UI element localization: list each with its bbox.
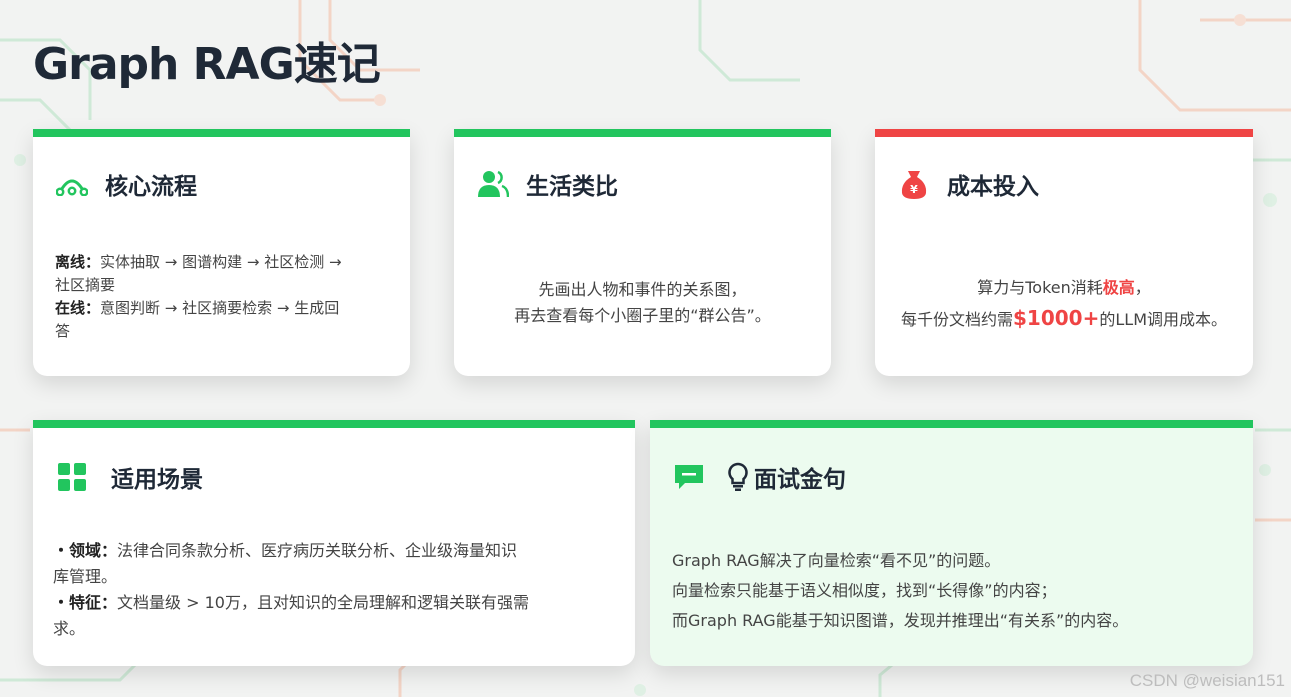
analogy-line-1: 先画出人物和事件的关系图， <box>538 280 747 299</box>
network-icon <box>55 169 89 199</box>
interview-card: 面试金句 Graph RAG解决了向量检索“看不见”的问题。 向量检索只能基于语… <box>650 420 1253 666</box>
cost-card: ¥ 成本投入 算力与Token消耗极高， 每千份文档约需$1000+的LLM调用… <box>875 129 1253 376</box>
online-steps-cont: 答 <box>55 322 71 340</box>
card-title: 适用场景 <box>111 467 203 493</box>
card-title: 生活类比 <box>526 174 618 200</box>
cost-line1-prefix: 算力与Token消耗 <box>977 278 1103 297</box>
interview-body: Graph RAG解决了向量检索“看不见”的问题。 向量检索只能基于语义相似度，… <box>672 546 1244 636</box>
cost-line2-suffix: 的LLM调用成本。 <box>1099 310 1227 329</box>
online-steps: 意图判断 → 社区摘要检索 → 生成回 <box>100 299 340 317</box>
cost-line1-suffix: ， <box>1134 278 1151 297</box>
grid-icon <box>55 462 89 492</box>
analogy-body: 先画出人物和事件的关系图， 再去查看每个小圈子里的“群公告”。 <box>464 277 821 329</box>
card-title: 面试金句 <box>754 467 846 493</box>
interview-line-2: 向量检索只能基于语义相似度，找到“长得像”的内容； <box>672 581 1057 600</box>
domain-text-cont: 库管理。 <box>53 567 118 586</box>
users-icon <box>476 169 510 199</box>
process-body: 离线：实体抽取 → 图谱构建 → 社区检测 → 社区摘要 在线：意图判断 → 社… <box>55 251 400 343</box>
domain-text: 法律合同条款分析、医疗病历关联分析、企业级海量知识 <box>117 541 518 560</box>
feature-label: ・特征： <box>53 593 118 612</box>
cost-highlight-high: 极高 <box>1102 278 1135 297</box>
offline-steps-cont: 社区摘要 <box>55 276 116 294</box>
interview-line-1: Graph RAG解决了向量检索“看不见”的问题。 <box>672 551 1001 570</box>
feature-text: 文档量级 > 10万，且对知识的全局理解和逻辑关联有强需 <box>117 593 529 612</box>
page-title: Graph RAG速记 <box>33 39 381 90</box>
card-title: 成本投入 <box>947 174 1039 200</box>
cost-highlight-amount: $1000+ <box>1013 306 1100 330</box>
lightbulb-icon <box>726 462 750 492</box>
analogy-line-2: 再去查看每个小圈子里的“群公告”。 <box>514 306 771 325</box>
scenarios-body: ・领域：法律合同条款分析、医疗病历关联分析、企业级海量知识 库管理。 ・特征：文… <box>53 538 625 642</box>
card-accent-bar <box>875 129 1253 137</box>
analogy-card: 生活类比 先画出人物和事件的关系图， 再去查看每个小圈子里的“群公告”。 <box>454 129 831 376</box>
cost-body: 算力与Token消耗极高， 每千份文档约需$1000+的LLM调用成本。 <box>883 273 1245 335</box>
card-accent-bar <box>454 129 831 137</box>
watermark: CSDN @weisian151 <box>1129 671 1285 690</box>
card-accent-bar <box>33 129 410 137</box>
process-card: 核心流程 离线：实体抽取 → 图谱构建 → 社区检测 → 社区摘要 在线：意图判… <box>33 129 410 376</box>
interview-line-3: 而Graph RAG能基于知识图谱，发现并推理出“有关系”的内容。 <box>672 611 1129 630</box>
scenarios-card: 适用场景 ・领域：法律合同条款分析、医疗病历关联分析、企业级海量知识 库管理。 … <box>33 420 635 666</box>
online-label: 在线： <box>55 299 101 317</box>
card-title: 核心流程 <box>105 174 197 200</box>
chat-icon <box>672 462 706 492</box>
domain-label: ・领域： <box>53 541 118 560</box>
card-accent-bar <box>33 420 635 428</box>
offline-label: 离线： <box>55 253 101 271</box>
svg-text:¥: ¥ <box>910 183 918 196</box>
card-accent-bar <box>650 420 1253 428</box>
cost-line2-prefix: 每千份文档约需 <box>901 310 1014 329</box>
money-bag-icon: ¥ <box>897 168 931 200</box>
offline-steps: 实体抽取 → 图谱构建 → 社区检测 → <box>100 253 342 271</box>
feature-text-cont: 求。 <box>53 619 86 638</box>
